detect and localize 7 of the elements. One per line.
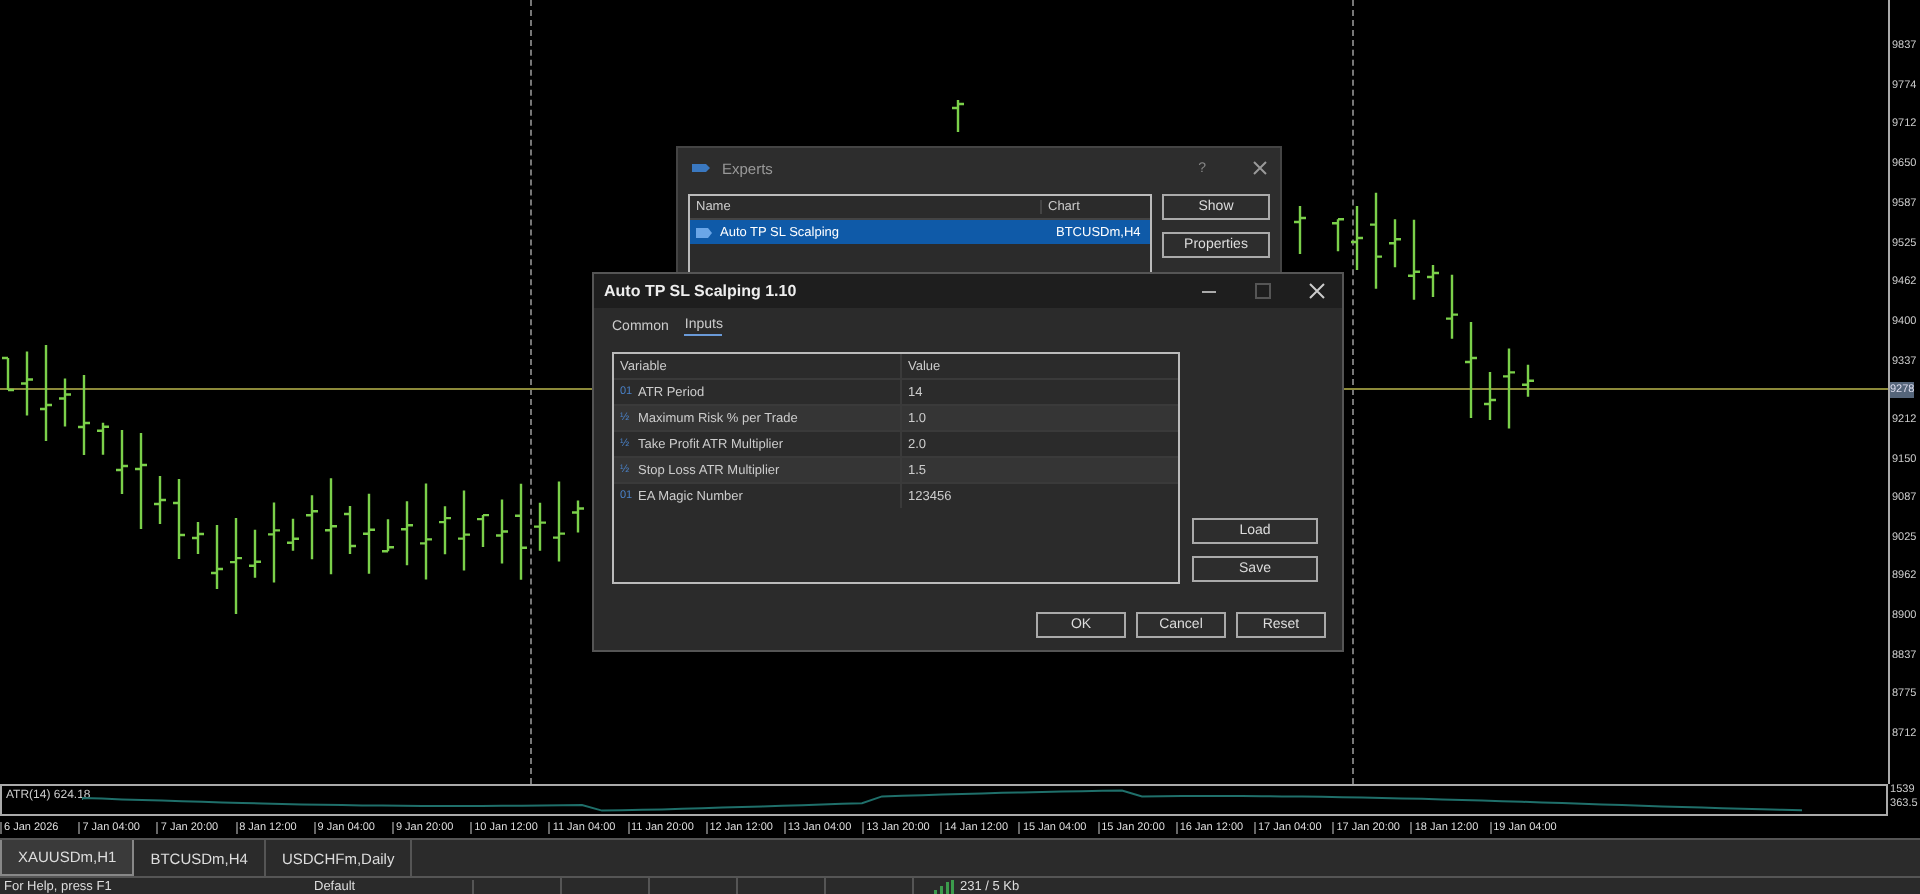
signal-icon xyxy=(934,879,954,893)
price-bars-drawing xyxy=(950,98,966,134)
experts-icon xyxy=(690,160,712,176)
expert-icon xyxy=(696,225,714,239)
close-icon[interactable] xyxy=(1308,282,1326,300)
dialog-title: Auto TP SL Scalping 1.10 xyxy=(604,282,799,300)
close-icon[interactable] xyxy=(1252,160,1268,176)
